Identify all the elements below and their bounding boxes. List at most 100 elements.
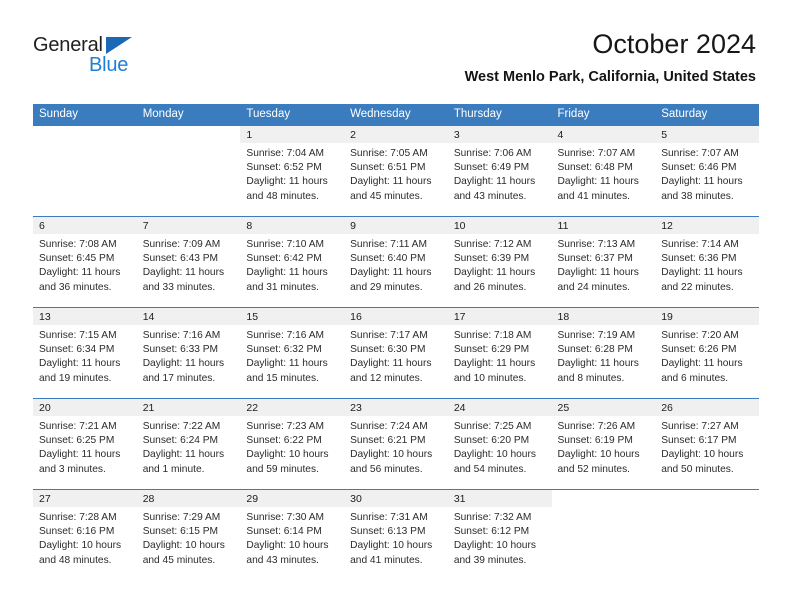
day-number: 6 xyxy=(33,217,137,234)
day-number: 1 xyxy=(240,126,345,143)
calendar-day-cell[interactable]: 30 Sunrise: 7:31 AM Sunset: 6:13 PM Dayligh… xyxy=(344,489,448,580)
day-sun-info: Sunrise: 7:28 AM Sunset: 6:16 PM Daylight:… xyxy=(33,507,137,568)
sunset-time: Sunset: 6:29 PM xyxy=(453,344,530,356)
day-number: 28 xyxy=(136,490,241,507)
daylight-duration-line1: Daylight: 11 hours xyxy=(350,176,432,188)
sunset-time: Sunset: 6:39 PM xyxy=(453,253,530,265)
calendar-day-cell[interactable]: 22 Sunrise: 7:23 AM Sunset: 6:22 PM Dayligh… xyxy=(240,398,345,490)
calendar-day-cell[interactable]: 26 Sunrise: 7:27 AM Sunset: 6:17 PM Dayligh… xyxy=(655,398,759,490)
sunrise-time: Sunrise: 7:07 AM xyxy=(661,148,739,159)
calendar-day-cell[interactable]: 25 Sunrise: 7:26 AM Sunset: 6:19 PM Dayligh… xyxy=(551,398,656,490)
day-number: 10 xyxy=(447,217,552,234)
calendar-week-row: 1 Sunrise: 7:04 AM Sunset: 6:52 PM Daylight… xyxy=(33,126,759,217)
calendar-day-cell[interactable]: 23 Sunrise: 7:24 AM Sunset: 6:21 PM Dayligh… xyxy=(344,398,448,490)
sunrise-time: Sunrise: 7:07 AM xyxy=(557,148,636,159)
sunrise-time: Sunrise: 7:23 AM xyxy=(246,421,324,432)
day-number: 25 xyxy=(551,399,656,416)
daylight-duration-line2: and 15 minutes. xyxy=(246,372,319,384)
day-number: 29 xyxy=(240,490,345,507)
calendar-day-cell[interactable]: 21 Sunrise: 7:22 AM Sunset: 6:24 PM Dayligh… xyxy=(136,398,241,490)
title-block: October 2024 West Menlo Park, California… xyxy=(465,28,756,86)
calendar-day-cell[interactable]: 2 Sunrise: 7:05 AM Sunset: 6:51 PM Daylight… xyxy=(344,126,448,217)
day-number: 16 xyxy=(344,308,448,325)
calendar-day-cell[interactable]: 20 Sunrise: 7:21 AM Sunset: 6:25 PM Dayligh… xyxy=(33,398,137,490)
calendar-header-row: Sunday Monday Tuesday Wednesday Thursday… xyxy=(33,104,759,126)
calendar-day-cell[interactable]: 7 Sunrise: 7:09 AM Sunset: 6:43 PM Daylight… xyxy=(136,216,241,308)
sunset-time: Sunset: 6:43 PM xyxy=(142,253,219,265)
calendar-day-cell[interactable]: 14 Sunrise: 7:16 AM Sunset: 6:33 PM Dayligh… xyxy=(136,307,241,399)
day-sun-info: Sunrise: 7:24 AM Sunset: 6:21 PM Daylight:… xyxy=(344,416,448,477)
weekday-header-sunday: Sunday xyxy=(33,104,137,126)
day-sun-info: Sunrise: 7:11 AM Sunset: 6:40 PM Daylight:… xyxy=(344,234,448,295)
calendar-day-cell[interactable]: 19 Sunrise: 7:20 AM Sunset: 6:26 PM Dayligh… xyxy=(655,307,759,399)
calendar-day-cell[interactable]: 8 Sunrise: 7:10 AM Sunset: 6:42 PM Daylight… xyxy=(240,216,345,308)
daylight-duration-line1: Daylight: 11 hours xyxy=(453,358,536,370)
sunrise-time: Sunrise: 7:24 AM xyxy=(350,421,428,432)
daylight-duration-line2: and 33 minutes. xyxy=(142,281,216,293)
daylight-duration-line2: and 3 minutes. xyxy=(39,463,106,475)
daylight-duration-line1: Daylight: 11 hours xyxy=(661,358,743,370)
day-sun-info: Sunrise: 7:06 AM Sunset: 6:49 PM Daylight:… xyxy=(448,143,552,204)
daylight-duration-line1: Daylight: 11 hours xyxy=(557,358,639,370)
sunrise-time: Sunrise: 7:08 AM xyxy=(39,239,117,250)
day-sun-info: Sunrise: 7:29 AM Sunset: 6:15 PM Daylight:… xyxy=(137,507,241,568)
sunrise-time: Sunrise: 7:27 AM xyxy=(661,421,739,432)
generalblue-logo[interactable]: General Blue xyxy=(33,33,183,81)
calendar-day-cell[interactable]: 1 Sunrise: 7:04 AM Sunset: 6:52 PM Daylight… xyxy=(240,126,345,217)
calendar-week-row: 13 Sunrise: 7:15 AM Sunset: 6:34 PM Dayligh… xyxy=(33,307,759,399)
weekday-header-tuesday: Tuesday xyxy=(240,104,345,126)
calendar-week-row: 6 Sunrise: 7:08 AM Sunset: 6:45 PM Daylight… xyxy=(33,216,759,308)
daylight-duration-line2: and 31 minutes. xyxy=(246,281,319,293)
day-number: 2 xyxy=(344,126,448,143)
daylight-duration-line2: and 36 minutes. xyxy=(39,281,112,293)
sunset-time: Sunset: 6:37 PM xyxy=(557,253,633,265)
day-sun-info: Sunrise: 7:21 AM Sunset: 6:25 PM Daylight:… xyxy=(33,416,137,477)
day-sun-info: Sunrise: 7:16 AM Sunset: 6:32 PM Daylight:… xyxy=(240,325,344,386)
daylight-duration-line1: Daylight: 11 hours xyxy=(39,358,121,370)
daylight-duration-line1: Daylight: 11 hours xyxy=(142,449,225,461)
sunset-time: Sunset: 6:19 PM xyxy=(557,435,633,447)
calendar-day-cell[interactable]: 17 Sunrise: 7:18 AM Sunset: 6:29 PM Dayligh… xyxy=(447,307,552,399)
calendar-day-cell[interactable]: 12 Sunrise: 7:14 AM Sunset: 6:36 PM Dayligh… xyxy=(655,216,759,308)
calendar-day-cell[interactable]: 31 Sunrise: 7:32 AM Sunset: 6:12 PM Dayligh… xyxy=(447,489,552,580)
calendar-day-cell-empty xyxy=(551,489,656,580)
calendar-day-cell[interactable]: 13 Sunrise: 7:15 AM Sunset: 6:34 PM Dayligh… xyxy=(33,307,137,399)
calendar-day-cell[interactable]: 29 Sunrise: 7:30 AM Sunset: 6:14 PM Dayligh… xyxy=(240,489,345,580)
weekday-header-monday: Monday xyxy=(136,104,241,126)
calendar-day-cell[interactable]: 18 Sunrise: 7:19 AM Sunset: 6:28 PM Dayligh… xyxy=(551,307,656,399)
calendar-day-cell[interactable]: 10 Sunrise: 7:12 AM Sunset: 6:39 PM Dayligh… xyxy=(447,216,552,308)
day-sun-info: Sunrise: 7:32 AM Sunset: 6:12 PM Daylight:… xyxy=(448,507,552,568)
daylight-duration-line1: Daylight: 11 hours xyxy=(39,267,121,279)
weekday-header-wednesday: Wednesday xyxy=(344,104,448,126)
calendar-day-cell[interactable]: 6 Sunrise: 7:08 AM Sunset: 6:45 PM Daylight… xyxy=(33,216,137,308)
sunrise-time: Sunrise: 7:06 AM xyxy=(453,148,532,159)
page-title: October 2024 xyxy=(592,29,756,59)
sunset-time: Sunset: 6:21 PM xyxy=(350,435,426,447)
calendar-day-cell[interactable]: 4 Sunrise: 7:07 AM Sunset: 6:48 PM Daylight… xyxy=(551,126,656,217)
day-sun-info: Sunrise: 7:17 AM Sunset: 6:30 PM Daylight:… xyxy=(344,325,448,386)
day-sun-info: Sunrise: 7:05 AM Sunset: 6:51 PM Daylight:… xyxy=(344,143,448,204)
calendar-day-cell[interactable]: 28 Sunrise: 7:29 AM Sunset: 6:15 PM Dayligh… xyxy=(136,489,241,580)
calendar-day-cell[interactable]: 15 Sunrise: 7:16 AM Sunset: 6:32 PM Dayligh… xyxy=(240,307,345,399)
calendar-week-row: 20 Sunrise: 7:21 AM Sunset: 6:25 PM Dayligh… xyxy=(33,398,759,490)
sunrise-time: Sunrise: 7:32 AM xyxy=(453,512,532,523)
daylight-duration-line1: Daylight: 11 hours xyxy=(350,358,432,370)
daylight-duration-line2: and 56 minutes. xyxy=(350,463,423,475)
calendar-day-cell[interactable]: 24 Sunrise: 7:25 AM Sunset: 6:20 PM Dayligh… xyxy=(447,398,552,490)
day-sun-info: Sunrise: 7:23 AM Sunset: 6:22 PM Daylight:… xyxy=(240,416,344,477)
calendar-day-cell[interactable]: 5 Sunrise: 7:07 AM Sunset: 6:46 PM Daylight… xyxy=(655,126,759,217)
daylight-duration-line1: Daylight: 10 hours xyxy=(246,540,329,552)
sunset-time: Sunset: 6:16 PM xyxy=(39,526,115,538)
calendar-day-cell[interactable]: 11 Sunrise: 7:13 AM Sunset: 6:37 PM Dayligh… xyxy=(551,216,656,308)
sunset-time: Sunset: 6:15 PM xyxy=(142,526,219,538)
calendar-day-cell[interactable]: 3 Sunrise: 7:06 AM Sunset: 6:49 PM Daylight… xyxy=(447,126,552,217)
sunset-time: Sunset: 6:40 PM xyxy=(350,253,426,265)
calendar-day-cell[interactable]: 9 Sunrise: 7:11 AM Sunset: 6:40 PM Daylight… xyxy=(344,216,448,308)
calendar-day-cell[interactable]: 27 Sunrise: 7:28 AM Sunset: 6:16 PM Dayligh… xyxy=(33,489,137,580)
day-sun-info: Sunrise: 7:19 AM Sunset: 6:28 PM Daylight:… xyxy=(552,325,656,386)
calendar-day-cell[interactable]: 16 Sunrise: 7:17 AM Sunset: 6:30 PM Dayligh… xyxy=(344,307,448,399)
calendar-table: Sunday Monday Tuesday Wednesday Thursday… xyxy=(33,104,759,580)
sunrise-time: Sunrise: 7:04 AM xyxy=(246,148,324,159)
sunrise-time: Sunrise: 7:21 AM xyxy=(39,421,117,432)
daylight-duration-line2: and 48 minutes. xyxy=(246,190,319,202)
